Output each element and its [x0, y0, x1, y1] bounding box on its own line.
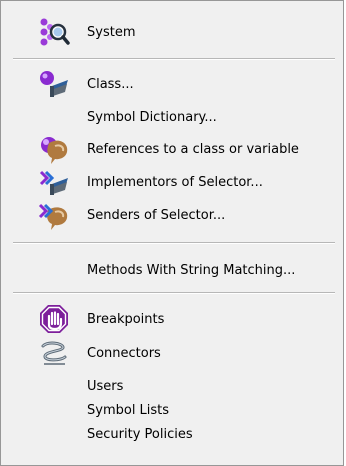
menu-item-security-policies[interactable]: Security Policies	[1, 422, 343, 446]
menu-item-label: Symbol Dictionary...	[87, 109, 217, 125]
menu-item-label: Senders of Selector...	[87, 207, 226, 223]
connectors-icon	[37, 336, 71, 370]
class-icon	[37, 67, 71, 101]
menu-item-breakpoints[interactable]: Breakpoints	[1, 304, 343, 334]
menu-item-connectors[interactable]: Connectors	[1, 338, 343, 368]
menu-separator	[13, 242, 335, 244]
menu-item-label: System	[87, 24, 136, 40]
menu-item-users[interactable]: Users	[1, 374, 343, 398]
menu-item-symbol-dictionary[interactable]: Symbol Dictionary...	[1, 102, 343, 132]
system-search-icon	[37, 15, 71, 49]
menu-item-label: Security Policies	[87, 426, 193, 442]
menu-item-label: References to a class or variable	[87, 141, 299, 157]
menu-item-system[interactable]: System	[1, 17, 343, 47]
references-icon	[37, 132, 71, 166]
menu-item-symbol-lists[interactable]: Symbol Lists	[1, 398, 343, 422]
menu-item-label: Implementors of Selector...	[87, 174, 263, 190]
menu-item-label: Symbol Lists	[87, 402, 170, 418]
menu-item-methods-with-string-matching[interactable]: Methods With String Matching...	[1, 255, 343, 285]
menu-item-senders-of-selector[interactable]: Senders of Selector...	[1, 200, 343, 230]
breakpoint-hand-icon	[37, 302, 71, 336]
menu-item-label: Class...	[87, 76, 134, 92]
menu-item-label: Connectors	[87, 345, 161, 361]
menu-item-references[interactable]: References to a class or variable	[1, 134, 343, 164]
senders-icon	[37, 198, 71, 232]
menu-item-label: Users	[87, 378, 124, 394]
implementors-icon	[37, 165, 71, 199]
tools-menu: System Class... Symbol Dictionary... Ref…	[0, 0, 344, 466]
menu-item-class[interactable]: Class...	[1, 69, 343, 99]
menu-item-label: Methods With String Matching...	[87, 262, 296, 278]
menu-separator	[13, 292, 335, 294]
menu-item-implementors-of-selector[interactable]: Implementors of Selector...	[1, 167, 343, 197]
menu-separator	[13, 58, 335, 60]
menu-item-label: Breakpoints	[87, 311, 165, 327]
